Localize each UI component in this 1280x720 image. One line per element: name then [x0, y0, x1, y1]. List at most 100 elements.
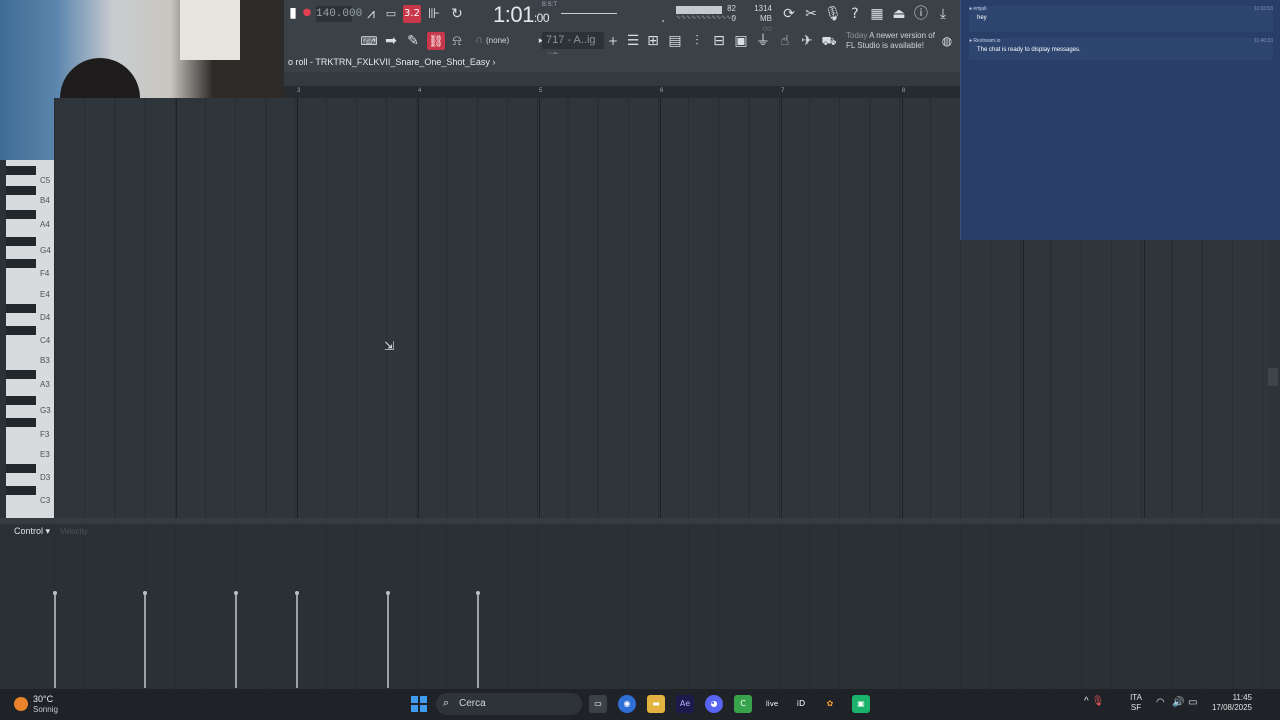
step-edit-icon[interactable]: ⊪: [425, 5, 443, 23]
note-label: E3: [40, 450, 50, 459]
start-button[interactable]: [411, 696, 427, 712]
microphone-icon[interactable]: 🎙: [824, 5, 842, 23]
cpu-meter: [676, 6, 722, 14]
weather-temp[interactable]: 30°C: [33, 694, 53, 704]
volume-icon[interactable]: 🔊: [1172, 697, 1184, 708]
black-key[interactable]: [6, 166, 36, 175]
piano-roll-icon[interactable]: ⊞: [644, 32, 662, 50]
touch-icon[interactable]: ☝: [776, 32, 794, 50]
bell-icon[interactable]: ⍾: [448, 32, 466, 50]
timeline-ruler[interactable]: 3 4 5 6 7 8: [284, 86, 960, 98]
microphone-icon[interactable]: 🎙: [1091, 696, 1104, 707]
time-sub: :00: [533, 11, 550, 25]
after-effects-icon[interactable]: Ae: [676, 695, 694, 713]
fl-studio-icon[interactable]: ✿: [821, 695, 839, 713]
breadcrumb: o roll - TRKTRN_FXLKVII_Snare_One_Shot_E…: [284, 54, 960, 72]
scrollbar-thumb[interactable]: [1268, 368, 1278, 386]
system-tray[interactable]: ^ 🎙: [1084, 696, 1104, 707]
song-time-display[interactable]: 1:01:00: [493, 2, 550, 28]
cart-icon[interactable]: ⛟: [820, 32, 838, 50]
snap-none-label[interactable]: (none): [486, 36, 509, 45]
wifi-icon[interactable]: ◠: [1156, 697, 1165, 708]
black-key[interactable]: [6, 464, 36, 473]
brush-icon[interactable]: ✎: [404, 32, 422, 50]
chevron-up-icon[interactable]: ^: [1084, 696, 1089, 707]
file-explorer-icon[interactable]: ▬: [647, 695, 665, 713]
note-label: C5: [40, 176, 51, 185]
globe-icon[interactable]: ◍: [938, 32, 956, 50]
discord-icon[interactable]: ◕: [705, 695, 723, 713]
cut-icon[interactable]: ✂: [802, 5, 820, 23]
velocity-bar[interactable]: [234, 591, 238, 688]
black-key[interactable]: [6, 418, 36, 427]
plugin-icon[interactable]: ⏚: [754, 32, 772, 50]
clipboard-icon[interactable]: ▣: [732, 32, 750, 50]
camtasia-icon[interactable]: C: [734, 695, 752, 713]
link-icon[interactable]: ⛓: [427, 32, 445, 50]
browser-icon[interactable]: ⊟: [710, 32, 728, 50]
loop-record-icon[interactable]: ↻: [448, 5, 466, 23]
velocity-bar[interactable]: [53, 591, 57, 688]
memory-graph-icon: ◌◌: [762, 24, 772, 33]
channel-rack-icon[interactable]: ▤: [666, 32, 684, 50]
id-icon[interactable]: iD: [792, 695, 810, 713]
render-icon[interactable]: ⏏: [890, 5, 908, 23]
clock[interactable]: 11:45 17/08/2025: [1206, 693, 1252, 713]
refresh-icon[interactable]: ⟳: [780, 5, 798, 23]
black-key[interactable]: [6, 486, 36, 495]
piano-roll-toolbar: [284, 72, 960, 86]
mixer-icon[interactable]: ⫶: [688, 32, 706, 50]
pitch-knob-icon[interactable]: ◔: [660, 17, 665, 26]
note-label: C4: [40, 336, 51, 345]
language-indicator[interactable]: ITA SF: [1130, 693, 1142, 713]
chat-text: hey: [977, 15, 987, 21]
memory-value: 1314 MB: [754, 4, 772, 23]
weather-icon[interactable]: [14, 697, 28, 711]
save-icon[interactable]: ▦: [868, 5, 886, 23]
piano-keyboard[interactable]: C5 B4 A4 G4 F4 E4 D4 C4 B3 A3 G3 F3 E3 D…: [6, 160, 54, 518]
ableton-live-icon[interactable]: live: [763, 695, 781, 713]
black-key[interactable]: [6, 237, 36, 246]
pattern-selector[interactable]: 717 - A..ig #2: [542, 32, 604, 63]
note-label: D4: [40, 313, 51, 322]
countdown-button[interactable]: 3.2: [403, 5, 421, 23]
black-key[interactable]: [6, 259, 36, 268]
black-key[interactable]: [6, 210, 36, 219]
download-icon[interactable]: ⤓: [934, 5, 952, 23]
time-main: 1:01: [493, 2, 534, 27]
master-pitch-slider[interactable]: [561, 13, 617, 14]
ruler-bar: 6: [660, 88, 664, 94]
battery-icon[interactable]: ▭: [1188, 697, 1197, 708]
metronome-icon[interactable]: ⩘: [362, 5, 380, 23]
task-view-icon[interactable]: ▭: [589, 695, 607, 713]
velocity-bar[interactable]: [386, 591, 390, 688]
arrow-right-icon[interactable]: ➡: [382, 32, 400, 50]
app-icon[interactable]: ▣: [852, 695, 870, 713]
help-icon[interactable]: ?: [846, 5, 864, 23]
control-dropdown[interactable]: Control ▾: [14, 526, 50, 537]
search-box[interactable]: [436, 693, 582, 715]
black-key[interactable]: [6, 396, 36, 405]
wait-icon[interactable]: ▭: [382, 5, 400, 23]
black-key[interactable]: [6, 304, 36, 313]
plus-icon[interactable]: +: [604, 32, 622, 50]
black-key[interactable]: [6, 370, 36, 379]
keyboard-icon[interactable]: ⌨: [360, 32, 378, 50]
tempo-display[interactable]: 140.000: [316, 6, 362, 22]
velocity-bar[interactable]: [143, 591, 147, 688]
chat-user-name: Restream.io: [973, 38, 1001, 44]
black-key[interactable]: [6, 326, 36, 335]
black-key[interactable]: [6, 186, 36, 195]
velocity-label: Velocity: [60, 527, 88, 536]
chrome-icon[interactable]: ◉: [618, 695, 636, 713]
weather-desc[interactable]: Sonnig: [33, 705, 58, 714]
news-panel[interactable]: Today A newer version of FL Studio is av…: [846, 31, 936, 51]
info-icon[interactable]: ⓘ: [912, 5, 930, 23]
playlist-icon[interactable]: ☰: [624, 32, 642, 50]
breadcrumb-arrow-icon[interactable]: ›: [492, 57, 495, 67]
tools-icon[interactable]: ✈: [798, 32, 816, 50]
search-placeholder[interactable]: Cerca: [459, 698, 486, 709]
velocity-bar[interactable]: [476, 591, 480, 688]
record-icon[interactable]: ●: [298, 4, 316, 22]
velocity-bar[interactable]: [295, 591, 299, 688]
